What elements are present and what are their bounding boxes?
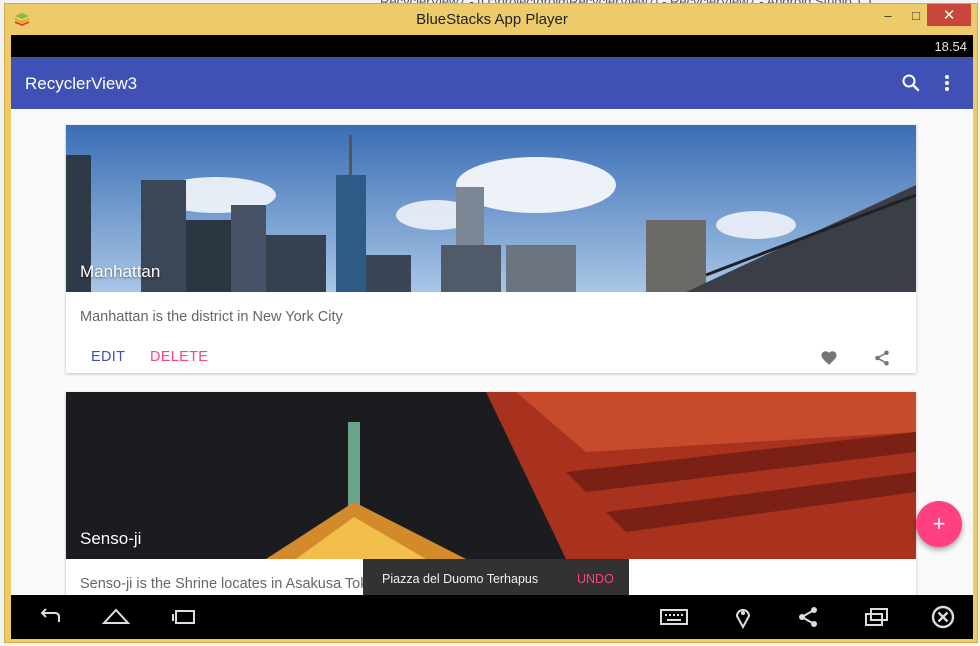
location-icon[interactable] (728, 605, 758, 629)
heart-icon[interactable] (820, 349, 838, 367)
share-icon[interactable] (873, 349, 891, 367)
card-description: Manhattan is the district in New York Ci… (80, 309, 343, 325)
bluestacks-window: BlueStacks App Player – □ ✕ 18.54 Recycl… (4, 3, 978, 643)
card-title: Senso-ji (80, 529, 142, 548)
status-bar: 18.54 (11, 35, 973, 57)
window-title: BlueStacks App Player (416, 11, 568, 28)
snackbar-message: Piazza del Duomo Terhapus (382, 572, 539, 586)
app-title: RecyclerView3 (25, 74, 138, 93)
app-bar: RecyclerView3 (11, 57, 973, 109)
minimize-button[interactable]: – (875, 4, 901, 26)
card-actions: EDIT DELETE (66, 347, 916, 373)
snackbar: Piazza del Duomo Terhapus UNDO (363, 559, 629, 599)
keyboard-icon[interactable] (659, 605, 689, 629)
status-clock: 18.54 (934, 39, 967, 54)
card-title: Manhattan (80, 262, 161, 281)
title-bar[interactable]: BlueStacks App Player – □ ✕ (5, 4, 979, 35)
delete-button[interactable]: DELETE (150, 349, 208, 365)
undo-button[interactable]: UNDO (577, 572, 614, 586)
close-circle-icon[interactable] (928, 605, 958, 629)
navigation-bar (11, 595, 973, 639)
search-icon[interactable] (899, 71, 923, 95)
close-button[interactable]: ✕ (927, 4, 971, 26)
maximize-button[interactable]: □ (903, 4, 929, 26)
device-screen: 18.54 RecyclerView3 Manhattan Manhattan … (11, 35, 973, 639)
recycler-list[interactable]: Manhattan Manhattan is the district in N… (11, 109, 973, 595)
edit-button[interactable]: EDIT (91, 349, 125, 365)
back-icon[interactable] (35, 605, 65, 629)
share-icon[interactable] (793, 605, 823, 629)
recent-apps-icon[interactable] (169, 605, 199, 629)
rotate-icon[interactable] (861, 605, 891, 629)
place-card[interactable]: Manhattan Manhattan is the district in N… (66, 125, 916, 373)
senso-ji-image: Senso-ji (66, 392, 916, 559)
home-icon[interactable] (101, 605, 131, 629)
add-fab-button[interactable]: + (916, 501, 962, 547)
overflow-menu-icon[interactable] (939, 71, 955, 95)
manhattan-image: Manhattan (66, 125, 916, 292)
card-description: Senso-ji is the Shrine locates in Asakus… (80, 576, 383, 592)
